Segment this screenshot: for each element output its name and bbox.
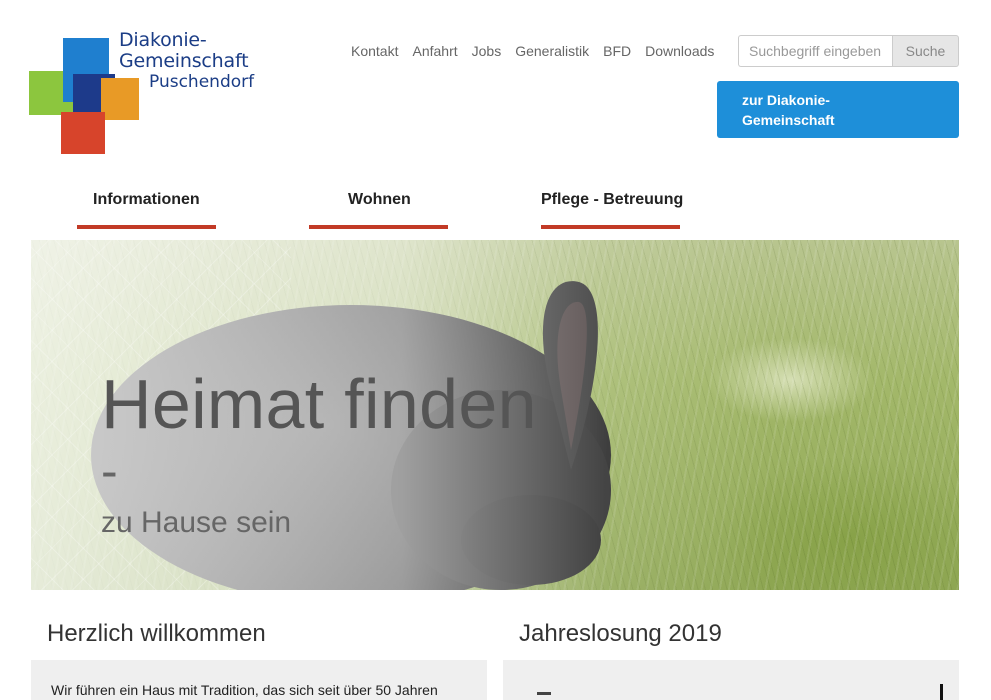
top-navigation: Kontakt Anfahrt Jobs Generalistik BFD Do…	[344, 43, 721, 59]
logo-square-red	[61, 112, 105, 154]
hero-dash: -	[101, 443, 118, 499]
logo-line-3: Puschendorf	[149, 72, 255, 92]
nav-link-jobs[interactable]: Jobs	[465, 43, 509, 59]
nav-link-bfd[interactable]: BFD	[596, 43, 638, 59]
hero-banner: Heimat finden - zu Hause sein	[31, 240, 959, 590]
logo[interactable]: Diakonie- Gemeinschaft Puschendorf	[27, 30, 259, 160]
welcome-heading: Herzlich willkommen	[47, 620, 266, 647]
search-form: Suche	[738, 35, 959, 67]
jahreslosung-panel	[503, 660, 959, 700]
logo-wordmark: Diakonie- Gemeinschaft Puschendorf	[119, 30, 254, 93]
diakonie-gemeinschaft-button[interactable]: zur Diakonie- Gemeinschaft	[717, 81, 959, 138]
hero-subtitle: zu Hause sein	[101, 506, 292, 539]
logo-line-2: Gemeinschaft	[119, 50, 249, 72]
search-button[interactable]: Suche	[892, 35, 959, 67]
nav-link-anfahrt[interactable]: Anfahrt	[405, 43, 464, 59]
search-input[interactable]	[738, 35, 892, 67]
jahreslosung-image-edge	[940, 684, 943, 700]
cta-line-1: zur Diakonie-	[742, 92, 830, 108]
nav-link-kontakt[interactable]: Kontakt	[344, 43, 405, 59]
nav-link-generalistik[interactable]: Generalistik	[508, 43, 596, 59]
main-nav-underline-pflege	[541, 225, 680, 229]
main-nav-underline-informationen	[77, 225, 216, 229]
nav-link-downloads[interactable]: Downloads	[638, 43, 721, 59]
main-nav-pflege-betreuung[interactable]: Pflege - Betreuung	[541, 191, 683, 209]
cta-line-2: Gemeinschaft	[742, 112, 835, 128]
main-nav-informationen[interactable]: Informationen	[93, 191, 200, 209]
logo-line-1: Diakonie-	[119, 29, 207, 51]
jahreslosung-text-fragment	[537, 692, 551, 695]
main-nav-underline-wohnen	[309, 225, 448, 229]
hero-title: Heimat finden	[101, 365, 537, 443]
jahreslosung-heading: Jahreslosung 2019	[519, 620, 722, 647]
main-nav-wohnen[interactable]: Wohnen	[348, 191, 411, 209]
welcome-text: Wir führen ein Haus mit Tradition, das s…	[51, 682, 438, 698]
welcome-panel: Wir führen ein Haus mit Tradition, das s…	[31, 660, 487, 700]
